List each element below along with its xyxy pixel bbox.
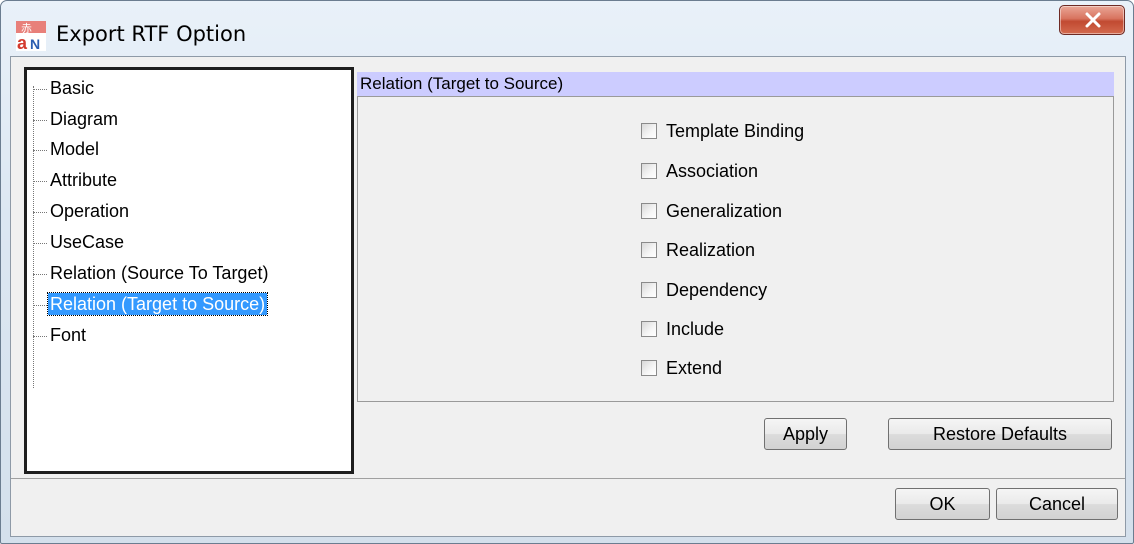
checkbox-realization[interactable]: Realization [641, 237, 755, 263]
tree-item-label: Basic [50, 78, 95, 98]
checkbox-box[interactable] [641, 203, 657, 219]
checkbox-box[interactable] [641, 163, 657, 179]
tree-item-attribute[interactable]: Attribute [33, 165, 119, 195]
dialog-window: 赤 a N Export RTF Option Basic Diagram Mo… [0, 0, 1134, 544]
tree-item-usecase[interactable]: UseCase [33, 227, 126, 257]
checkbox-label: Association [666, 161, 759, 181]
close-icon [1085, 12, 1101, 28]
options-group: Template Binding Association Generalizat… [357, 96, 1114, 402]
close-button[interactable] [1059, 5, 1125, 35]
tree-item-relation-source-to-target[interactable]: Relation (Source To Target) [33, 258, 270, 288]
cancel-button[interactable]: Cancel [996, 488, 1118, 520]
tree-item-label: Diagram [50, 109, 119, 129]
ok-button[interactable]: OK [895, 488, 990, 520]
checkbox-label: Template Binding [666, 121, 805, 141]
tree-item-label: Font [50, 325, 87, 345]
tree-item-diagram[interactable]: Diagram [33, 104, 120, 134]
tree-item-label: Relation (Target to Source) [46, 292, 269, 316]
checkbox-label: Dependency [666, 280, 768, 300]
checkbox-dependency[interactable]: Dependency [641, 277, 767, 303]
checkbox-box[interactable] [641, 242, 657, 258]
footer-divider [11, 478, 1125, 479]
checkbox-include[interactable]: Include [641, 316, 724, 342]
checkbox-template-binding[interactable]: Template Binding [641, 118, 804, 144]
checkbox-label: Include [666, 319, 725, 339]
checkbox-label: Realization [666, 240, 756, 260]
svg-text:N: N [30, 36, 40, 51]
tree-item-label: UseCase [50, 232, 125, 252]
tree-item-basic[interactable]: Basic [33, 73, 96, 103]
tree-item-relation-target-to-source[interactable]: Relation (Target to Source) [33, 289, 269, 319]
checkbox-box[interactable] [641, 123, 657, 139]
checkbox-label: Extend [666, 358, 723, 378]
tree-item-label: Operation [50, 201, 130, 221]
window-title: Export RTF Option [56, 22, 247, 46]
apply-button[interactable]: Apply [764, 418, 847, 450]
section-header: Relation (Target to Source) [357, 72, 1114, 96]
checkbox-generalization[interactable]: Generalization [641, 198, 782, 224]
tree-item-operation[interactable]: Operation [33, 196, 131, 226]
tree-item-label: Attribute [50, 170, 118, 190]
title-bar[interactable]: 赤 a N Export RTF Option [1, 1, 1133, 61]
dialog-body: Basic Diagram Model Attribute Operation … [10, 56, 1126, 537]
checkbox-box[interactable] [641, 282, 657, 298]
checkbox-label: Generalization [666, 201, 783, 221]
checkbox-extend[interactable]: Extend [641, 355, 722, 381]
tree-item-model[interactable]: Model [33, 134, 101, 164]
checkbox-box[interactable] [641, 321, 657, 337]
checkbox-association[interactable]: Association [641, 158, 758, 184]
category-tree[interactable]: Basic Diagram Model Attribute Operation … [24, 67, 354, 474]
astah-app-icon: 赤 a N [16, 21, 46, 51]
tree-item-label: Model [50, 139, 100, 159]
tree-item-label: Relation (Source To Target) [50, 263, 269, 283]
tree-item-font[interactable]: Font [33, 320, 88, 350]
restore-defaults-button[interactable]: Restore Defaults [888, 418, 1112, 450]
checkbox-box[interactable] [641, 360, 657, 376]
svg-text:a: a [17, 33, 28, 51]
